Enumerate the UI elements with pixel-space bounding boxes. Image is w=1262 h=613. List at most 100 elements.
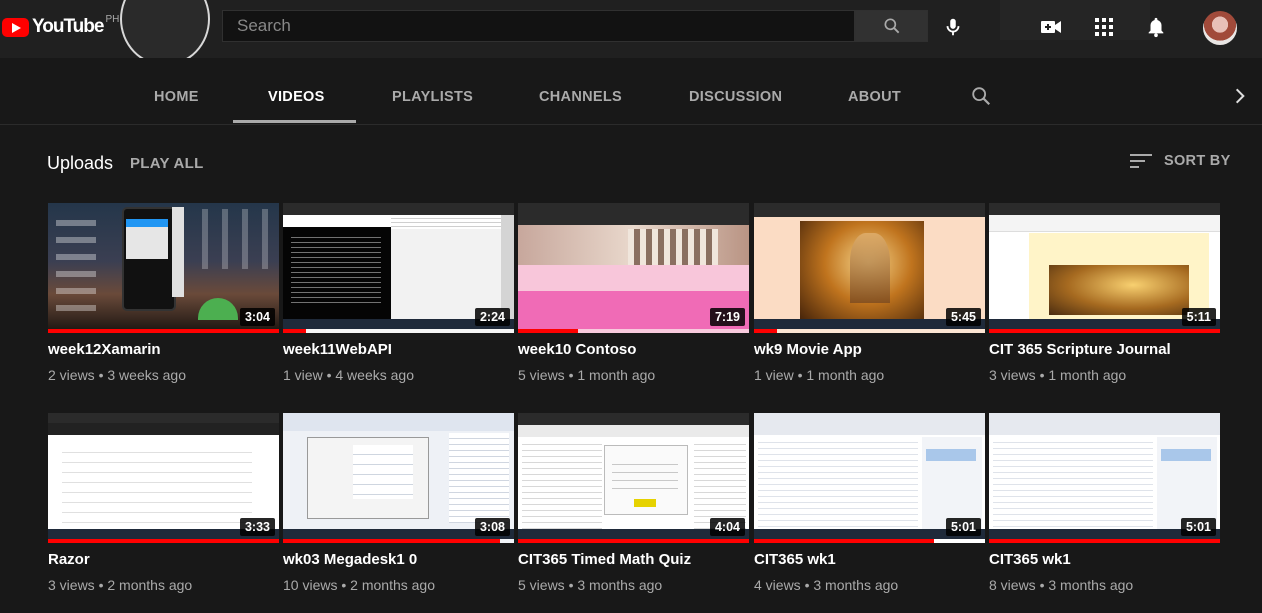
- video-thumbnail[interactable]: 3:08: [283, 413, 514, 543]
- video-duration: 3:04: [239, 308, 275, 326]
- view-count: 1 view: [283, 367, 323, 383]
- watch-progress-fill: [989, 329, 1220, 333]
- masthead: YouTube PH: [0, 0, 1262, 66]
- video-thumbnail[interactable]: 3:33: [48, 413, 279, 543]
- video-meta: 10 views • 2 months ago: [283, 577, 435, 593]
- video-meta: 1 view • 4 weeks ago: [283, 367, 414, 383]
- video-thumbnail[interactable]: 2:24: [283, 203, 514, 333]
- sort-by-button[interactable]: SORT BY: [1130, 153, 1231, 169]
- video-card[interactable]: 5:45 wk9 Movie App 1 view • 1 month ago: [754, 203, 985, 383]
- video-thumbnail[interactable]: 5:01: [754, 413, 985, 543]
- video-meta: 3 views • 1 month ago: [989, 367, 1127, 383]
- video-thumbnail[interactable]: 7:19: [518, 203, 749, 333]
- video-duration: 7:19: [709, 308, 745, 326]
- watch-progress-fill: [754, 329, 778, 333]
- video-title[interactable]: wk9 Movie App: [754, 341, 862, 358]
- view-count: 3 views: [989, 367, 1036, 383]
- upload-age: 2 months ago: [107, 577, 193, 593]
- upload-age: 3 weeks ago: [107, 367, 186, 383]
- active-tab-indicator: [233, 120, 356, 123]
- youtube-logo[interactable]: YouTube PH: [2, 14, 119, 38]
- voice-search-button[interactable]: [940, 14, 966, 40]
- upload-age: 1 month ago: [577, 367, 656, 383]
- video-card[interactable]: 5:01 CIT365 wk1 8 views • 3 months ago: [989, 413, 1220, 593]
- watch-progress-fill: [754, 539, 935, 543]
- video-title[interactable]: CIT365 Timed Math Quiz: [518, 551, 691, 568]
- video-card[interactable]: 5:01 CIT365 wk1 4 views • 3 months ago: [754, 413, 985, 593]
- watch-progress-bar: [754, 329, 985, 333]
- video-title[interactable]: Razor: [48, 551, 90, 568]
- apps-button[interactable]: [1091, 14, 1117, 40]
- apps-icon: [1095, 18, 1113, 36]
- shelf-title: Uploads: [47, 153, 114, 173]
- watch-progress-bar: [754, 539, 985, 543]
- view-count: 10 views: [283, 577, 338, 593]
- watch-progress-fill: [989, 539, 1220, 543]
- play-all-button[interactable]: PLAY ALL: [130, 155, 204, 172]
- upload-age: 3 months ago: [577, 577, 663, 593]
- tab-about[interactable]: ABOUT: [848, 89, 901, 105]
- video-card[interactable]: 4:04 CIT365 Timed Math Quiz 5 views • 3 …: [518, 413, 749, 593]
- view-count: 1 view: [754, 367, 794, 383]
- video-thumbnail[interactable]: 5:01: [989, 413, 1220, 543]
- search-input[interactable]: [223, 11, 854, 41]
- video-title[interactable]: CIT 365 Scripture Journal: [989, 341, 1171, 358]
- video-title[interactable]: week12Xamarin: [48, 341, 161, 358]
- watch-progress-fill: [518, 539, 749, 543]
- video-meta: 2 views • 3 weeks ago: [48, 367, 186, 383]
- watch-progress-bar: [283, 539, 514, 543]
- search-icon: [972, 87, 991, 106]
- avatar[interactable]: [1203, 11, 1237, 45]
- tab-playlists[interactable]: PLAYLISTS: [392, 89, 473, 105]
- watch-progress-fill: [48, 329, 279, 333]
- view-count: 2 views: [48, 367, 95, 383]
- video-card[interactable]: 3:08 wk03 Megadesk1 0 10 views • 2 month…: [283, 413, 514, 593]
- view-count: 4 views: [754, 577, 801, 593]
- channel-tabs: HOME VIDEOS PLAYLISTS CHANNELS DISCUSSIO…: [0, 58, 1262, 125]
- sort-by-label: SORT BY: [1164, 153, 1231, 169]
- watch-progress-bar: [989, 539, 1220, 543]
- watch-progress-bar: [518, 329, 749, 333]
- view-count: 8 views: [989, 577, 1036, 593]
- video-card[interactable]: 3:33 Razor 3 views • 2 months ago: [48, 413, 279, 593]
- watch-progress-bar: [989, 329, 1220, 333]
- tab-videos[interactable]: VIDEOS: [268, 89, 325, 105]
- search-button[interactable]: [855, 10, 928, 42]
- video-card[interactable]: 3:04 week12Xamarin 2 views • 3 weeks ago: [48, 203, 279, 383]
- video-duration: 5:01: [945, 518, 981, 536]
- watch-progress-bar: [48, 539, 279, 543]
- video-title[interactable]: week10 Contoso: [518, 341, 636, 358]
- upload-age: 3 months ago: [1048, 577, 1134, 593]
- video-thumbnail[interactable]: 5:45: [754, 203, 985, 333]
- video-title[interactable]: week11WebAPI: [283, 341, 392, 358]
- video-thumbnail[interactable]: 5:11: [989, 203, 1220, 333]
- tab-home[interactable]: HOME: [154, 89, 199, 105]
- search-icon: [884, 18, 899, 34]
- video-card[interactable]: 7:19 week10 Contoso 5 views • 1 month ag…: [518, 203, 749, 383]
- video-thumbnail[interactable]: 4:04: [518, 413, 749, 543]
- video-duration: 5:01: [1180, 518, 1216, 536]
- video-title[interactable]: CIT365 wk1: [989, 551, 1071, 568]
- create-button[interactable]: [1038, 14, 1064, 40]
- search-box[interactable]: [222, 10, 855, 42]
- video-thumbnail[interactable]: 3:04: [48, 203, 279, 333]
- view-count: 5 views: [518, 577, 565, 593]
- channel-search-button[interactable]: [970, 85, 992, 112]
- video-duration: 3:08: [474, 518, 510, 536]
- video-card[interactable]: 2:24 week11WebAPI 1 view • 4 weeks ago: [283, 203, 514, 383]
- watch-progress-bar: [48, 329, 279, 333]
- notifications-button[interactable]: [1143, 14, 1169, 40]
- tab-discussion[interactable]: DISCUSSION: [689, 89, 782, 105]
- video-meta: 3 views • 2 months ago: [48, 577, 193, 593]
- logo-text: YouTube: [32, 16, 104, 37]
- tabs-next-button[interactable]: [1230, 86, 1250, 111]
- view-count: 5 views: [518, 367, 565, 383]
- video-card[interactable]: 5:11 CIT 365 Scripture Journal 3 views •…: [989, 203, 1220, 383]
- tab-channels[interactable]: CHANNELS: [539, 89, 622, 105]
- video-duration: 3:33: [239, 518, 275, 536]
- video-title[interactable]: CIT365 wk1: [754, 551, 836, 568]
- video-meta: 8 views • 3 months ago: [989, 577, 1134, 593]
- video-meta: 1 view • 1 month ago: [754, 367, 885, 383]
- video-title[interactable]: wk03 Megadesk1 0: [283, 551, 417, 568]
- video-duration: 4:04: [709, 518, 745, 536]
